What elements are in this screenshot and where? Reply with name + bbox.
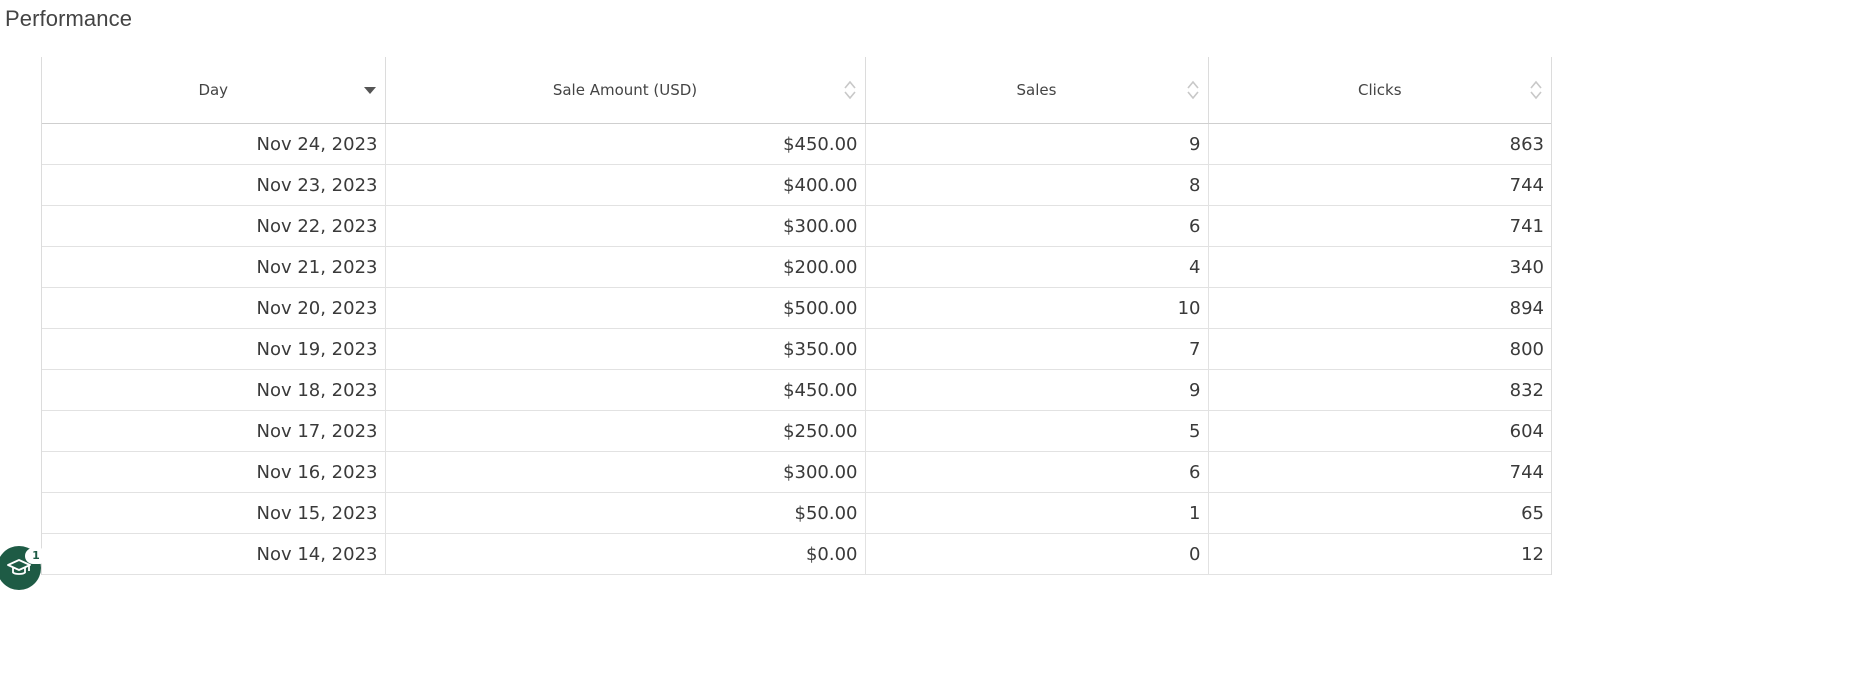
performance-table: Day Sale Amount (USD) Sales Clicks Nov 2… — [42, 57, 1551, 575]
cell-sales: 8 — [865, 164, 1209, 206]
cell-sales: 1 — [865, 492, 1209, 534]
column-header-label: Day — [198, 81, 229, 99]
cell-day: Nov 19, 2023 — [42, 328, 386, 370]
column-header-label: Sales — [1016, 81, 1057, 99]
table-row: Nov 20, 2023 $500.00 10 894 — [42, 287, 1551, 329]
cell-sale-amount: $350.00 — [385, 328, 866, 370]
cell-sales: 9 — [865, 123, 1209, 165]
cell-sales: 10 — [865, 287, 1209, 329]
cell-day: Nov 24, 2023 — [42, 123, 386, 165]
cell-clicks: 832 — [1208, 369, 1551, 411]
cell-clicks: 744 — [1208, 164, 1551, 206]
cell-day: Nov 16, 2023 — [42, 451, 386, 493]
cell-sale-amount: $50.00 — [385, 492, 866, 534]
column-header-clicks[interactable]: Clicks — [1208, 57, 1551, 124]
table-row: Nov 15, 2023 $50.00 1 65 — [42, 492, 1551, 534]
sort-unsorted-icon[interactable] — [1186, 79, 1200, 101]
table-row: Nov 24, 2023 $450.00 9 863 — [42, 123, 1551, 165]
cell-sales: 6 — [865, 451, 1209, 493]
cell-clicks: 12 — [1208, 533, 1551, 575]
cell-day: Nov 18, 2023 — [42, 369, 386, 411]
cell-sales: 6 — [865, 205, 1209, 247]
cell-sale-amount: $200.00 — [385, 246, 866, 288]
cell-sales: 9 — [865, 369, 1209, 411]
column-header-sales[interactable]: Sales — [865, 57, 1209, 124]
sort-descending-icon[interactable] — [363, 79, 377, 101]
cell-sales: 5 — [865, 410, 1209, 452]
page-title: Performance — [5, 6, 133, 31]
cell-sale-amount: $250.00 — [385, 410, 866, 452]
cell-day: Nov 15, 2023 — [42, 492, 386, 534]
cell-sale-amount: $450.00 — [385, 369, 866, 411]
table-row: Nov 21, 2023 $200.00 4 340 — [42, 246, 1551, 288]
column-header-sale-amount[interactable]: Sale Amount (USD) — [385, 57, 866, 124]
cell-clicks: 340 — [1208, 246, 1551, 288]
table-row: Nov 19, 2023 $350.00 7 800 — [42, 328, 1551, 370]
cell-sales: 0 — [865, 533, 1209, 575]
cell-sales: 7 — [865, 328, 1209, 370]
cell-sale-amount: $400.00 — [385, 164, 866, 206]
table-header-row: Day Sale Amount (USD) Sales Clicks — [42, 57, 1551, 124]
table-row: Nov 16, 2023 $300.00 6 744 — [42, 451, 1551, 493]
notification-count-badge: 1 — [25, 548, 47, 564]
table-row: Nov 23, 2023 $400.00 8 744 — [42, 164, 1551, 206]
cell-clicks: 894 — [1208, 287, 1551, 329]
cell-sale-amount: $500.00 — [385, 287, 866, 329]
table-row: Nov 22, 2023 $300.00 6 741 — [42, 205, 1551, 247]
cell-day: Nov 21, 2023 — [42, 246, 386, 288]
cell-clicks: 604 — [1208, 410, 1551, 452]
column-header-label: Sale Amount (USD) — [552, 81, 698, 99]
cell-day: Nov 17, 2023 — [42, 410, 386, 452]
sort-unsorted-icon[interactable] — [843, 79, 857, 101]
cell-day: Nov 14, 2023 — [42, 533, 386, 575]
column-header-label: Clicks — [1357, 81, 1402, 99]
cell-clicks: 65 — [1208, 492, 1551, 534]
performance-table-container: Day Sale Amount (USD) Sales Clicks Nov 2… — [41, 57, 1552, 575]
cell-day: Nov 20, 2023 — [42, 287, 386, 329]
table-row: Nov 18, 2023 $450.00 9 832 — [42, 369, 1551, 411]
cell-sale-amount: $0.00 — [385, 533, 866, 575]
cell-clicks: 744 — [1208, 451, 1551, 493]
table-row: Nov 17, 2023 $250.00 5 604 — [42, 410, 1551, 452]
column-header-day[interactable]: Day — [42, 57, 386, 124]
cell-day: Nov 22, 2023 — [42, 205, 386, 247]
cell-sale-amount: $450.00 — [385, 123, 866, 165]
cell-clicks: 741 — [1208, 205, 1551, 247]
sort-unsorted-icon[interactable] — [1529, 79, 1543, 101]
cell-sales: 4 — [865, 246, 1209, 288]
table-row: Nov 14, 2023 $0.00 0 12 — [42, 533, 1551, 575]
cell-clicks: 800 — [1208, 328, 1551, 370]
cell-sale-amount: $300.00 — [385, 451, 866, 493]
cell-day: Nov 23, 2023 — [42, 164, 386, 206]
cell-sale-amount: $300.00 — [385, 205, 866, 247]
cell-clicks: 863 — [1208, 123, 1551, 165]
